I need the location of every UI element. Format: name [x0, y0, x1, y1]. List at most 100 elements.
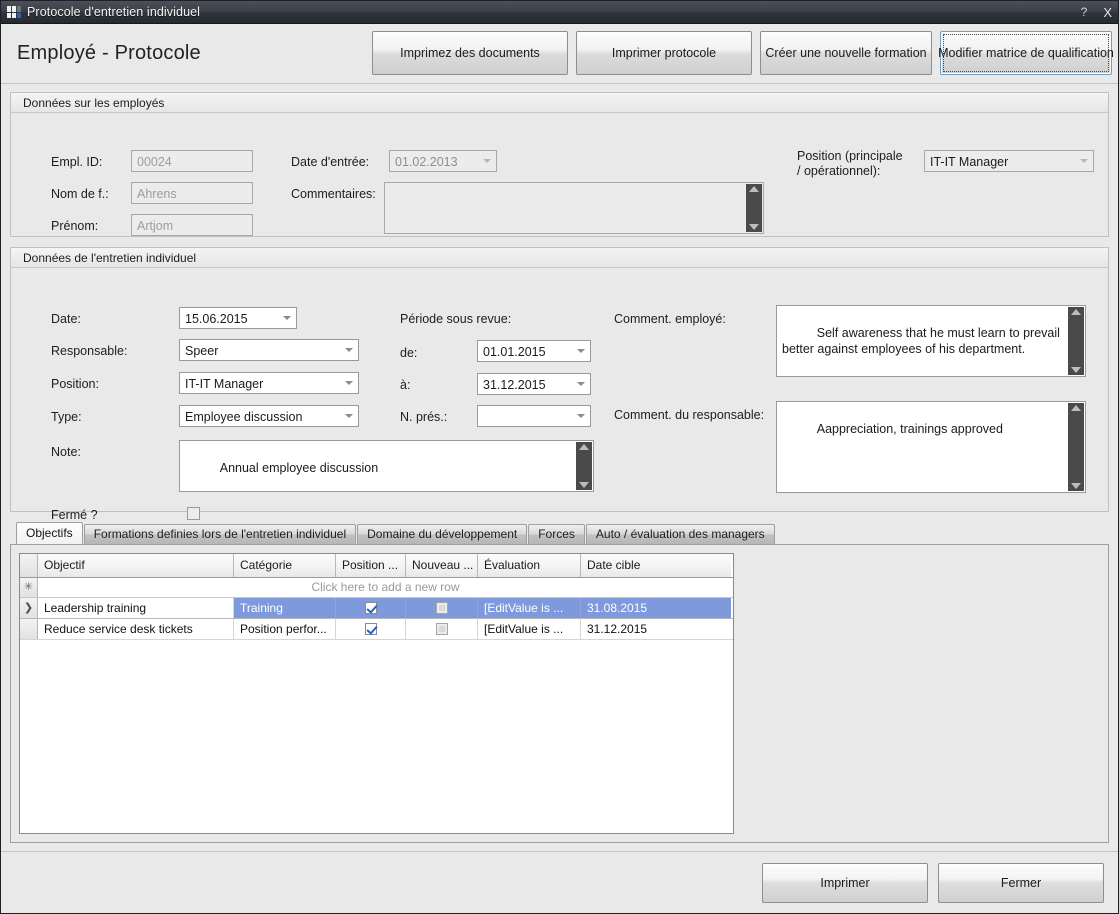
scroll-down-icon[interactable] [1071, 367, 1081, 373]
table-row[interactable]: Reduce service desk tickets Position per… [20, 619, 733, 640]
tab-strip: Objectifs Formations definies lors de l'… [10, 522, 1109, 544]
attendance-field[interactable] [477, 405, 591, 427]
scroll-down-icon[interactable] [579, 482, 589, 488]
last-name-label: Nom de f.: [51, 187, 109, 201]
scroll-up-icon[interactable] [579, 444, 589, 450]
tab-container: Objectifs Formations definies lors de l'… [10, 522, 1109, 843]
employee-data-group: Données sur les employés Empl. ID: 00024… [10, 92, 1109, 237]
period-from-field[interactable]: 01.01.2015 [477, 340, 591, 362]
cell-evaluation[interactable]: [EditValue is ... [478, 619, 581, 639]
page-title: Employé - Protocole [17, 42, 201, 65]
comments-scrollbar[interactable] [746, 184, 762, 232]
chevron-down-icon [577, 382, 585, 386]
checkbox-icon[interactable] [365, 602, 377, 614]
comments-field[interactable] [384, 182, 764, 234]
cell-categorie[interactable]: Training [234, 598, 336, 618]
attendance-label: N. prés.: [400, 410, 447, 424]
scroll-down-icon[interactable] [749, 224, 759, 230]
grid-header-date-cible[interactable]: Date cible [581, 554, 731, 577]
interview-data-legend: Données de l'entretien individuel [11, 248, 1108, 268]
period-to-label: à: [400, 378, 410, 392]
tab-auto-evaluation[interactable]: Auto / évaluation des managers [586, 524, 775, 544]
chevron-down-icon [577, 414, 585, 418]
edit-qualification-matrix-button[interactable]: Modifier matrice de qualification [940, 31, 1112, 75]
interview-date-field[interactable]: 15.06.2015 [179, 307, 297, 329]
responsible-field[interactable]: Speer [179, 339, 359, 361]
note-field[interactable]: Annual employee discussion [179, 440, 594, 492]
grid-header-nouveau[interactable]: Nouveau ... [406, 554, 478, 577]
create-new-training-button[interactable]: Créer une nouvelle formation [760, 31, 932, 75]
note-label: Note: [51, 445, 81, 459]
grid-header-row: Objectif Catégorie Position ... Nouveau … [20, 554, 733, 578]
cell-position-relevant[interactable] [336, 598, 406, 618]
empl-id-field[interactable]: 00024 [131, 150, 253, 172]
grid-header-categorie[interactable]: Catégorie [234, 554, 336, 577]
close-button[interactable]: Fermer [938, 863, 1104, 903]
tab-objectifs[interactable]: Objectifs [16, 522, 83, 544]
grid-header-objectif[interactable]: Objectif [38, 554, 234, 577]
employee-comment-label: Comment. employé: [614, 312, 726, 326]
chevron-down-icon [283, 316, 291, 320]
footer-bar: Imprimer Fermer [1, 851, 1118, 913]
period-to-value: 31.12.2015 [483, 378, 546, 392]
cell-date-cible[interactable]: 31.08.2015 [581, 598, 731, 618]
period-to-field[interactable]: 31.12.2015 [477, 373, 591, 395]
manager-comment-field[interactable]: Aappreciation, trainings approved [776, 401, 1086, 493]
objectives-grid[interactable]: Objectif Catégorie Position ... Nouveau … [19, 553, 734, 834]
employee-comment-scrollbar[interactable] [1068, 307, 1084, 375]
print-documents-button[interactable]: Imprimez des documents [372, 31, 568, 75]
interview-date-value: 15.06.2015 [185, 312, 248, 326]
position-main-value: IT-IT Manager [930, 155, 1008, 169]
cell-categorie[interactable]: Position perfor... [234, 619, 336, 639]
tab-formations[interactable]: Formations definies lors de l'entretien … [84, 524, 356, 544]
cell-objectif[interactable]: Reduce service desk tickets [38, 619, 234, 639]
scroll-up-icon[interactable] [1071, 405, 1081, 411]
entry-date-value: 01.02.2013 [395, 155, 458, 169]
chevron-down-icon [345, 381, 353, 385]
header-toolbar: Imprimez des documents Imprimer protocol… [372, 31, 1112, 75]
closed-label: Fermé ? [51, 508, 98, 522]
note-scrollbar[interactable] [576, 442, 592, 490]
grid-new-row[interactable]: ✳ Click here to add a new row [20, 578, 733, 598]
print-button[interactable]: Imprimer [762, 863, 928, 903]
application-window: Protocole d'entretien individuel ? X Emp… [0, 0, 1119, 914]
checkbox-icon[interactable] [436, 623, 448, 635]
help-icon[interactable]: ? [1081, 5, 1088, 19]
cell-nouveau[interactable] [406, 619, 478, 639]
entry-date-label: Date d'entrée: [291, 155, 369, 169]
cell-nouveau[interactable] [406, 598, 478, 618]
checkbox-icon[interactable] [436, 602, 448, 614]
close-icon[interactable]: X [1103, 5, 1112, 20]
position-main-field[interactable]: IT-IT Manager [924, 150, 1094, 172]
first-name-label: Prénom: [51, 219, 98, 233]
chevron-down-icon [483, 159, 491, 163]
cell-objectif[interactable]: Leadership training [38, 598, 234, 618]
interview-type-value: Employee discussion [185, 410, 302, 424]
cell-position-relevant[interactable] [336, 619, 406, 639]
interview-type-field[interactable]: Employee discussion [179, 405, 359, 427]
cell-evaluation[interactable]: [EditValue is ... [478, 598, 581, 618]
cell-date-cible[interactable]: 31.12.2015 [581, 619, 731, 639]
entry-date-field[interactable]: 01.02.2013 [389, 150, 497, 172]
last-name-field[interactable]: Ahrens [131, 182, 253, 204]
employee-comment-field[interactable]: Self awareness that he must learn to pre… [776, 305, 1086, 377]
chevron-down-icon [345, 348, 353, 352]
tab-forces[interactable]: Forces [528, 524, 585, 544]
table-row[interactable]: ❯ Leadership training Training [EditValu… [20, 598, 733, 619]
scroll-up-icon[interactable] [1071, 309, 1081, 315]
first-name-field[interactable]: Artjom [131, 214, 253, 236]
manager-comment-scrollbar[interactable] [1068, 403, 1084, 491]
tab-domaine-developpement[interactable]: Domaine du développement [357, 524, 527, 544]
grid-header-position[interactable]: Position ... [336, 554, 406, 577]
window-controls: ? X [1081, 1, 1112, 23]
interview-position-field[interactable]: IT-IT Manager [179, 372, 359, 394]
employee-comment-value: Self awareness that he must learn to pre… [782, 326, 1063, 356]
grid-header-evaluation[interactable]: Évaluation [478, 554, 581, 577]
scroll-down-icon[interactable] [1071, 483, 1081, 489]
checkbox-icon[interactable] [365, 623, 377, 635]
tab-panel-objectifs: Objectif Catégorie Position ... Nouveau … [10, 544, 1109, 843]
manager-comment-value: Aappreciation, trainings approved [817, 422, 1003, 436]
print-protocol-button[interactable]: Imprimer protocole [576, 31, 752, 75]
scroll-up-icon[interactable] [749, 186, 759, 192]
closed-checkbox[interactable] [187, 507, 200, 520]
